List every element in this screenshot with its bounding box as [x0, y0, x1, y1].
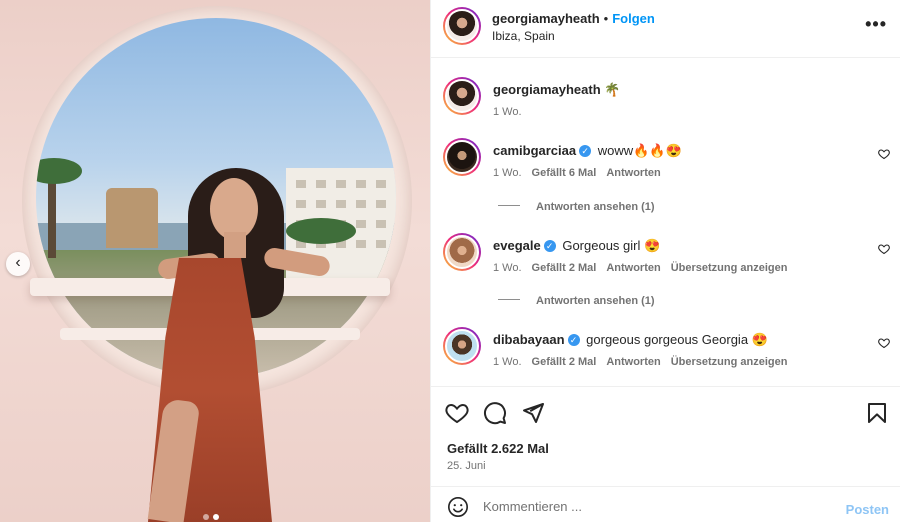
- comment-like-heart-icon[interactable]: [878, 243, 890, 255]
- woman-face: [210, 178, 258, 240]
- comment-input[interactable]: [483, 495, 823, 517]
- commenter-username[interactable]: camibgarciaa: [493, 143, 576, 158]
- comment-time[interactable]: 1 Wo.: [493, 356, 522, 368]
- comment-text: evegale ✓ Gorgeous girl 😍: [493, 238, 660, 254]
- caption-meta: 1 Wo.: [493, 106, 532, 118]
- post-comment-button[interactable]: Posten: [846, 502, 889, 517]
- comment-meta: 1 Wo. Gefällt 2 Mal Antworten Übersetzung a…: [493, 262, 797, 274]
- header-separator: •: [603, 11, 609, 26]
- post-header: georgiamayheath • Folgen Ibiza, Spain •••: [431, 0, 900, 58]
- verified-badge-icon: ✓: [579, 145, 592, 157]
- translate-button[interactable]: Übersetzung anzeigen: [671, 262, 788, 274]
- comment-item: evegale ✓ Gorgeous girl 😍 1 Wo. Gefällt 2 …: [431, 233, 900, 283]
- caption-username[interactable]: georgiamayheath: [493, 82, 601, 97]
- comment-time[interactable]: 1 Wo.: [493, 167, 522, 179]
- carousel-dots: [203, 514, 219, 520]
- tree-foliage: [286, 218, 356, 244]
- palm-leaves: [36, 158, 82, 184]
- replies-line: [498, 205, 520, 206]
- more-options-button[interactable]: •••: [865, 14, 887, 35]
- post-actions: Gefällt 2.622 Mal 25. Juni: [431, 386, 900, 486]
- commenter-username[interactable]: evegale: [493, 238, 541, 253]
- comment-item: camibgarciaa ✓ woww🔥🔥😍 1 Wo. Gefällt 6 Mal…: [431, 138, 900, 188]
- post-location[interactable]: Ibiza, Spain: [492, 29, 555, 43]
- comment-body: woww🔥🔥😍: [597, 143, 682, 158]
- like-count[interactable]: Gefällt 2.622 Mal: [447, 441, 549, 456]
- comment-item: dibabayaan ✓ gorgeous gorgeous Georgia 😍 …: [431, 327, 900, 377]
- follow-button[interactable]: Folgen: [612, 11, 655, 26]
- stone-tower: [106, 188, 158, 248]
- heart-icon[interactable]: [445, 401, 469, 425]
- comment-like-heart-icon[interactable]: [878, 148, 890, 160]
- comment-likes[interactable]: Gefällt 2 Mal: [532, 356, 597, 368]
- caption-text: georgiamayheath 🌴: [493, 82, 620, 98]
- reply-button[interactable]: Antworten: [606, 262, 660, 274]
- carousel-dot-active[interactable]: [213, 514, 219, 520]
- comment-meta: 1 Wo. Gefällt 2 Mal Antworten Übersetzung a…: [493, 356, 797, 368]
- bookmark-icon[interactable]: [865, 401, 889, 425]
- caption-emoji: 🌴: [604, 82, 621, 97]
- commenter-avatar[interactable]: [443, 233, 481, 271]
- commenter-username[interactable]: dibabayaan: [493, 332, 565, 347]
- carousel-dot[interactable]: [203, 514, 209, 520]
- author-username[interactable]: georgiamayheath: [492, 11, 600, 26]
- reply-button[interactable]: Antworten: [606, 167, 660, 179]
- post-info-panel: georgiamayheath • Folgen Ibiza, Spain ••• …: [430, 0, 900, 522]
- caption-time[interactable]: 1 Wo.: [493, 106, 522, 118]
- author-avatar[interactable]: [443, 7, 481, 45]
- comment-meta: 1 Wo. Gefällt 6 Mal Antworten: [493, 167, 671, 179]
- comment-form: Posten: [431, 486, 900, 522]
- woman-neck: [224, 232, 246, 258]
- replies-line: [498, 299, 520, 300]
- post-dialog: ‹ georgiamayheath • Folgen Ibiza, Spain ••…: [0, 0, 900, 522]
- view-replies-label: Antworten ansehen (1): [536, 295, 655, 307]
- translate-button[interactable]: Übersetzung anzeigen: [671, 356, 788, 368]
- view-replies-button[interactable]: Antworten ansehen (1): [498, 295, 655, 307]
- verified-badge-icon: ✓: [543, 240, 556, 252]
- comment-text: camibgarciaa ✓ woww🔥🔥😍: [493, 143, 682, 159]
- commenter-avatar[interactable]: [443, 138, 481, 176]
- comment-likes[interactable]: Gefällt 6 Mal: [532, 167, 597, 179]
- view-replies-label: Antworten ansehen (1): [536, 201, 655, 213]
- comment-body: gorgeous gorgeous Georgia 😍: [586, 332, 768, 347]
- comment-like-heart-icon[interactable]: [878, 337, 890, 349]
- commenter-avatar[interactable]: [443, 327, 481, 365]
- caption-author-avatar[interactable]: [443, 77, 481, 115]
- smiley-icon[interactable]: [447, 496, 469, 518]
- comment-text: dibabayaan ✓ gorgeous gorgeous Georgia 😍: [493, 332, 768, 348]
- share-icon[interactable]: [521, 401, 545, 425]
- comment-icon[interactable]: [483, 401, 507, 425]
- verified-badge-icon: ✓: [567, 334, 580, 346]
- carousel-prev-button[interactable]: ‹: [6, 252, 30, 276]
- caption: georgiamayheath 🌴 1 Wo.: [431, 77, 900, 127]
- comment-body: Gorgeous girl 😍: [562, 238, 661, 253]
- comment-likes[interactable]: Gefällt 2 Mal: [532, 262, 597, 274]
- comment-time[interactable]: 1 Wo.: [493, 262, 522, 274]
- post-date[interactable]: 25. Juni: [447, 460, 486, 472]
- view-replies-button[interactable]: Antworten ansehen (1): [498, 201, 655, 213]
- reply-button[interactable]: Antworten: [606, 356, 660, 368]
- post-photo[interactable]: ‹: [0, 0, 430, 522]
